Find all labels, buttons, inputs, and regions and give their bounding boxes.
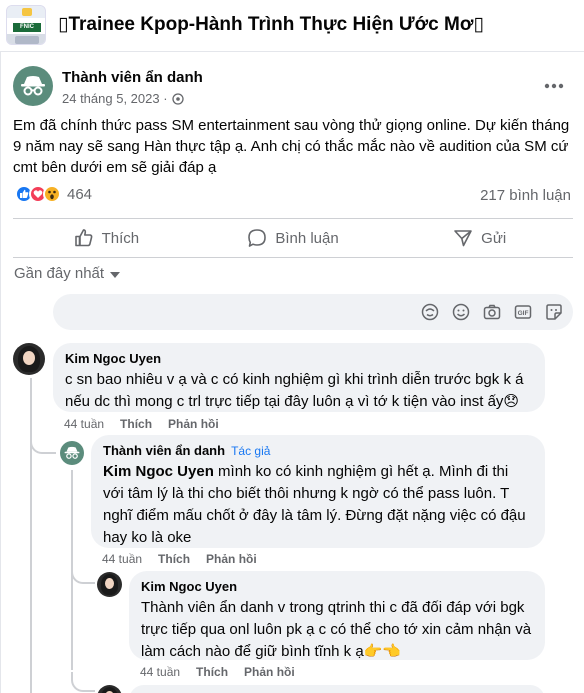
thumb-logo-top [22,8,32,16]
comment-text: Kim Ngoc Uyen mình ko có kinh nghiệm gì … [103,461,533,549]
comment-author[interactable]: Kim Ngoc Uyen [65,351,533,366]
avatar[interactable] [97,685,122,693]
thread-line [30,450,32,693]
comment-bubble: Thành viên ẩn danh Tác giả Kim Ngoc Uyen … [91,435,545,548]
camera-icon[interactable] [483,303,501,321]
author-badge: Tác giả [231,444,271,458]
post-meta: 24 tháng 5, 2023 · [62,91,184,106]
comment-count[interactable]: 217 bình luận [480,187,571,204]
comment-time[interactable]: 44 tuần [102,552,142,566]
reaction-count: 464 [67,185,93,203]
gif-icon[interactable]: GIF [514,303,532,321]
comment-author-name[interactable]: Thành viên ẩn danh [103,443,225,458]
thumb-logo-text: FNIC [13,23,41,32]
emoji-icon[interactable] [452,303,470,321]
group-title[interactable]: ▯Trainee Kpop-Hành Trình Thực Hiện Ước M… [58,13,484,36]
comment-meta: 44 tuần Thích Phản hồi [102,552,257,566]
mention-link[interactable]: Kim Ngoc Uyen [103,463,214,480]
comment-like-button[interactable]: Thích [120,417,152,431]
sticker-icon[interactable] [421,303,439,321]
send-label: Gửi [481,229,507,247]
send-icon [454,230,472,247]
comment-text: Thành viên ẩn danh v trong qtrinh thi c … [141,599,532,660]
comment-time[interactable]: 44 tuần [64,417,104,431]
comment-bubble [129,685,545,693]
comment-bubble-icon [248,229,267,247]
thread-connector [71,672,95,692]
thumb-logo-bottom [15,36,39,44]
more-icon [544,83,564,89]
comment-like-button[interactable]: Thích [196,665,228,679]
comment-text: c sn bao nhiêu v ạ và c có kinh nghiệm g… [65,371,524,410]
sort-label: Gần đây nhất [14,265,105,282]
anonymous-avatar[interactable] [13,66,53,106]
comment-reply-button[interactable]: Phản hồi [206,552,257,566]
anonymous-avatar[interactable] [60,441,84,465]
send-button[interactable]: Gửi [386,219,573,257]
comment-bubble: Kim Ngoc Uyen c sn bao nhiêu v ạ và c có… [53,343,545,412]
comment-reply-button[interactable]: Phản hồi [168,417,219,431]
post-date[interactable]: 24 tháng 5, 2023 · [62,91,168,106]
sticker-square-icon[interactable] [545,303,563,321]
comment-time[interactable]: 44 tuần [140,665,180,679]
post-author[interactable]: Thành viên ẩn danh [62,69,203,86]
svg-text:GIF: GIF [518,310,529,317]
post-body: Em đã chính thức pass SM entertainment s… [13,117,570,176]
avatar-face [23,351,35,365]
comment-input[interactable]: GIF [53,294,573,330]
wow-reaction-icon [43,185,61,203]
post-action-bar: Thích Bình luận Gửi [13,218,573,258]
comment-meta: 44 tuần Thích Phản hồi [64,417,219,431]
anonymous-icon [21,76,45,96]
comment-like-button[interactable]: Thích [158,552,190,566]
avatar-face [105,578,114,589]
like-label: Thích [101,229,140,247]
globe-icon [171,92,184,105]
more-options-button[interactable] [539,74,569,98]
group-thumbnail[interactable]: FNIC [6,5,46,45]
like-button[interactable]: Thích [13,219,200,257]
reactions-summary[interactable]: 464 [15,185,92,203]
comment-meta: 44 tuần Thích Phản hồi [140,665,295,679]
avatar[interactable] [97,572,122,597]
comment-button[interactable]: Bình luận [200,219,387,257]
caret-down-icon [110,271,121,278]
thread-connector [30,434,56,454]
comment-bubble: Kim Ngoc Uyen Thành viên ẩn danh v trong… [129,571,545,660]
thread-connector [71,564,95,584]
post-card: Thành viên ẩn danh 24 tháng 5, 2023 · Em… [0,52,584,693]
anonymous-icon [64,446,80,459]
group-header: FNIC ▯Trainee Kpop-Hành Trình Thực Hiện … [0,0,584,52]
comment-author: Thành viên ẩn danh Tác giả [103,443,533,458]
avatar[interactable] [13,343,45,375]
comment-sort-dropdown[interactable]: Gần đây nhất [14,265,121,282]
comment-reply-button[interactable]: Phản hồi [244,665,295,679]
thumbs-up-icon [74,229,92,247]
comment-label: Bình luận [275,229,339,247]
comment-author[interactable]: Kim Ngoc Uyen [141,579,533,594]
